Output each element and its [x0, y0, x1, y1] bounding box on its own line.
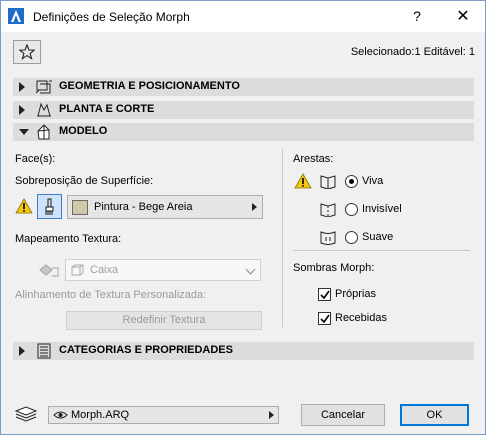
morph-shadows-label: Sombras Morph: [293, 262, 375, 274]
surface-override-label: Sobreposição de Superfície: [15, 175, 154, 187]
geometry-icon [35, 79, 53, 98]
section-model[interactable]: MODELO [13, 123, 474, 141]
section-plan-label: PLANTA E CORTE [59, 103, 155, 115]
section-geometry-label: GEOMETRIA E POSICIONAMENTO [59, 80, 240, 92]
eye-icon [53, 410, 68, 423]
edges-label: Arestas: [293, 153, 334, 165]
favorites-button[interactable] [13, 40, 41, 64]
layer-dropdown-value: Morph.ARQ [71, 409, 130, 421]
sharp-edge-icon [319, 173, 337, 192]
checkmark-icon [320, 314, 330, 324]
expand-arrow-icon [19, 82, 25, 92]
layer-dropdown[interactable]: Morph.ARQ [48, 406, 279, 424]
section-categories-label: CATEGORIAS E PROPRIEDADES [59, 344, 233, 356]
dialog-window: Definições de Seleção Morph ? ✕ Selecion… [0, 0, 486, 435]
section-categories[interactable]: CATEGORIAS E PROPRIEDADES [13, 342, 474, 360]
surface-dropdown-value: Pintura - Bege Areia [94, 201, 193, 213]
texture-mapping-icon [38, 262, 60, 281]
edge-sharp-radio[interactable] [345, 175, 358, 188]
dropdown-arrow-icon [252, 203, 257, 211]
section-model-label: MODELO [59, 125, 108, 137]
surface-color-swatch [72, 200, 88, 215]
window-title: Definições de Seleção Morph [33, 10, 190, 24]
selection-info: Selecionado:1 Editável: 1 [350, 46, 475, 58]
archicad-app-icon [8, 8, 24, 27]
warning-icon [15, 198, 33, 217]
warning-icon [294, 173, 312, 192]
texture-mapping-value: Caixa [90, 264, 119, 276]
model-icon [35, 124, 53, 143]
floor-plan-icon [35, 102, 53, 121]
star-icon [19, 44, 35, 60]
help-button[interactable]: ? [395, 1, 439, 32]
texture-mapping-label: Mapeamento Textura: [15, 233, 122, 245]
edge-smooth-label: Suave [362, 231, 394, 243]
edge-sharp-label: Viva [362, 175, 384, 187]
faces-label: Face(s): [15, 153, 56, 165]
invisible-edge-icon [319, 201, 337, 220]
chevron-down-icon [245, 266, 256, 278]
dropdown-arrow-icon [269, 411, 274, 419]
receive-shadows-checkbox[interactable] [318, 312, 331, 325]
surface-dropdown[interactable]: Pintura - Bege Areia [67, 195, 263, 219]
paint-brush-icon [45, 198, 54, 215]
expand-arrow-icon [19, 105, 25, 115]
expand-arrow-icon [19, 346, 25, 356]
checkmark-icon [320, 290, 330, 300]
edges-divider [293, 250, 470, 251]
edge-invisible-radio[interactable] [345, 203, 358, 216]
edge-invisible-label: Invisível [362, 203, 402, 215]
cast-shadows-checkbox[interactable] [318, 288, 331, 301]
cast-shadows-label: Próprias [335, 288, 376, 300]
box-icon [71, 264, 84, 279]
ok-button[interactable]: OK [400, 404, 469, 426]
receive-shadows-label: Recebidas [335, 312, 387, 324]
column-divider [282, 149, 283, 327]
custom-alignment-label: Alinhamento de Textura Personalizada: [15, 289, 207, 301]
texture-mapping-dropdown[interactable]: Caixa [65, 259, 261, 281]
section-plan-section[interactable]: PLANTA E CORTE [13, 101, 474, 119]
reset-texture-button[interactable]: Redefinir Textura [66, 311, 262, 330]
layers-icon [13, 405, 39, 426]
edge-smooth-radio[interactable] [345, 231, 358, 244]
surface-override-toggle[interactable] [37, 194, 62, 219]
close-button[interactable]: ✕ [441, 1, 485, 32]
smooth-edge-icon [319, 229, 337, 248]
properties-list-icon [35, 343, 53, 362]
title-bar: Definições de Seleção Morph ? ✕ [1, 1, 485, 32]
collapse-arrow-icon [19, 129, 29, 135]
cancel-button[interactable]: Cancelar [301, 404, 385, 426]
section-geometry[interactable]: GEOMETRIA E POSICIONAMENTO [13, 78, 474, 96]
